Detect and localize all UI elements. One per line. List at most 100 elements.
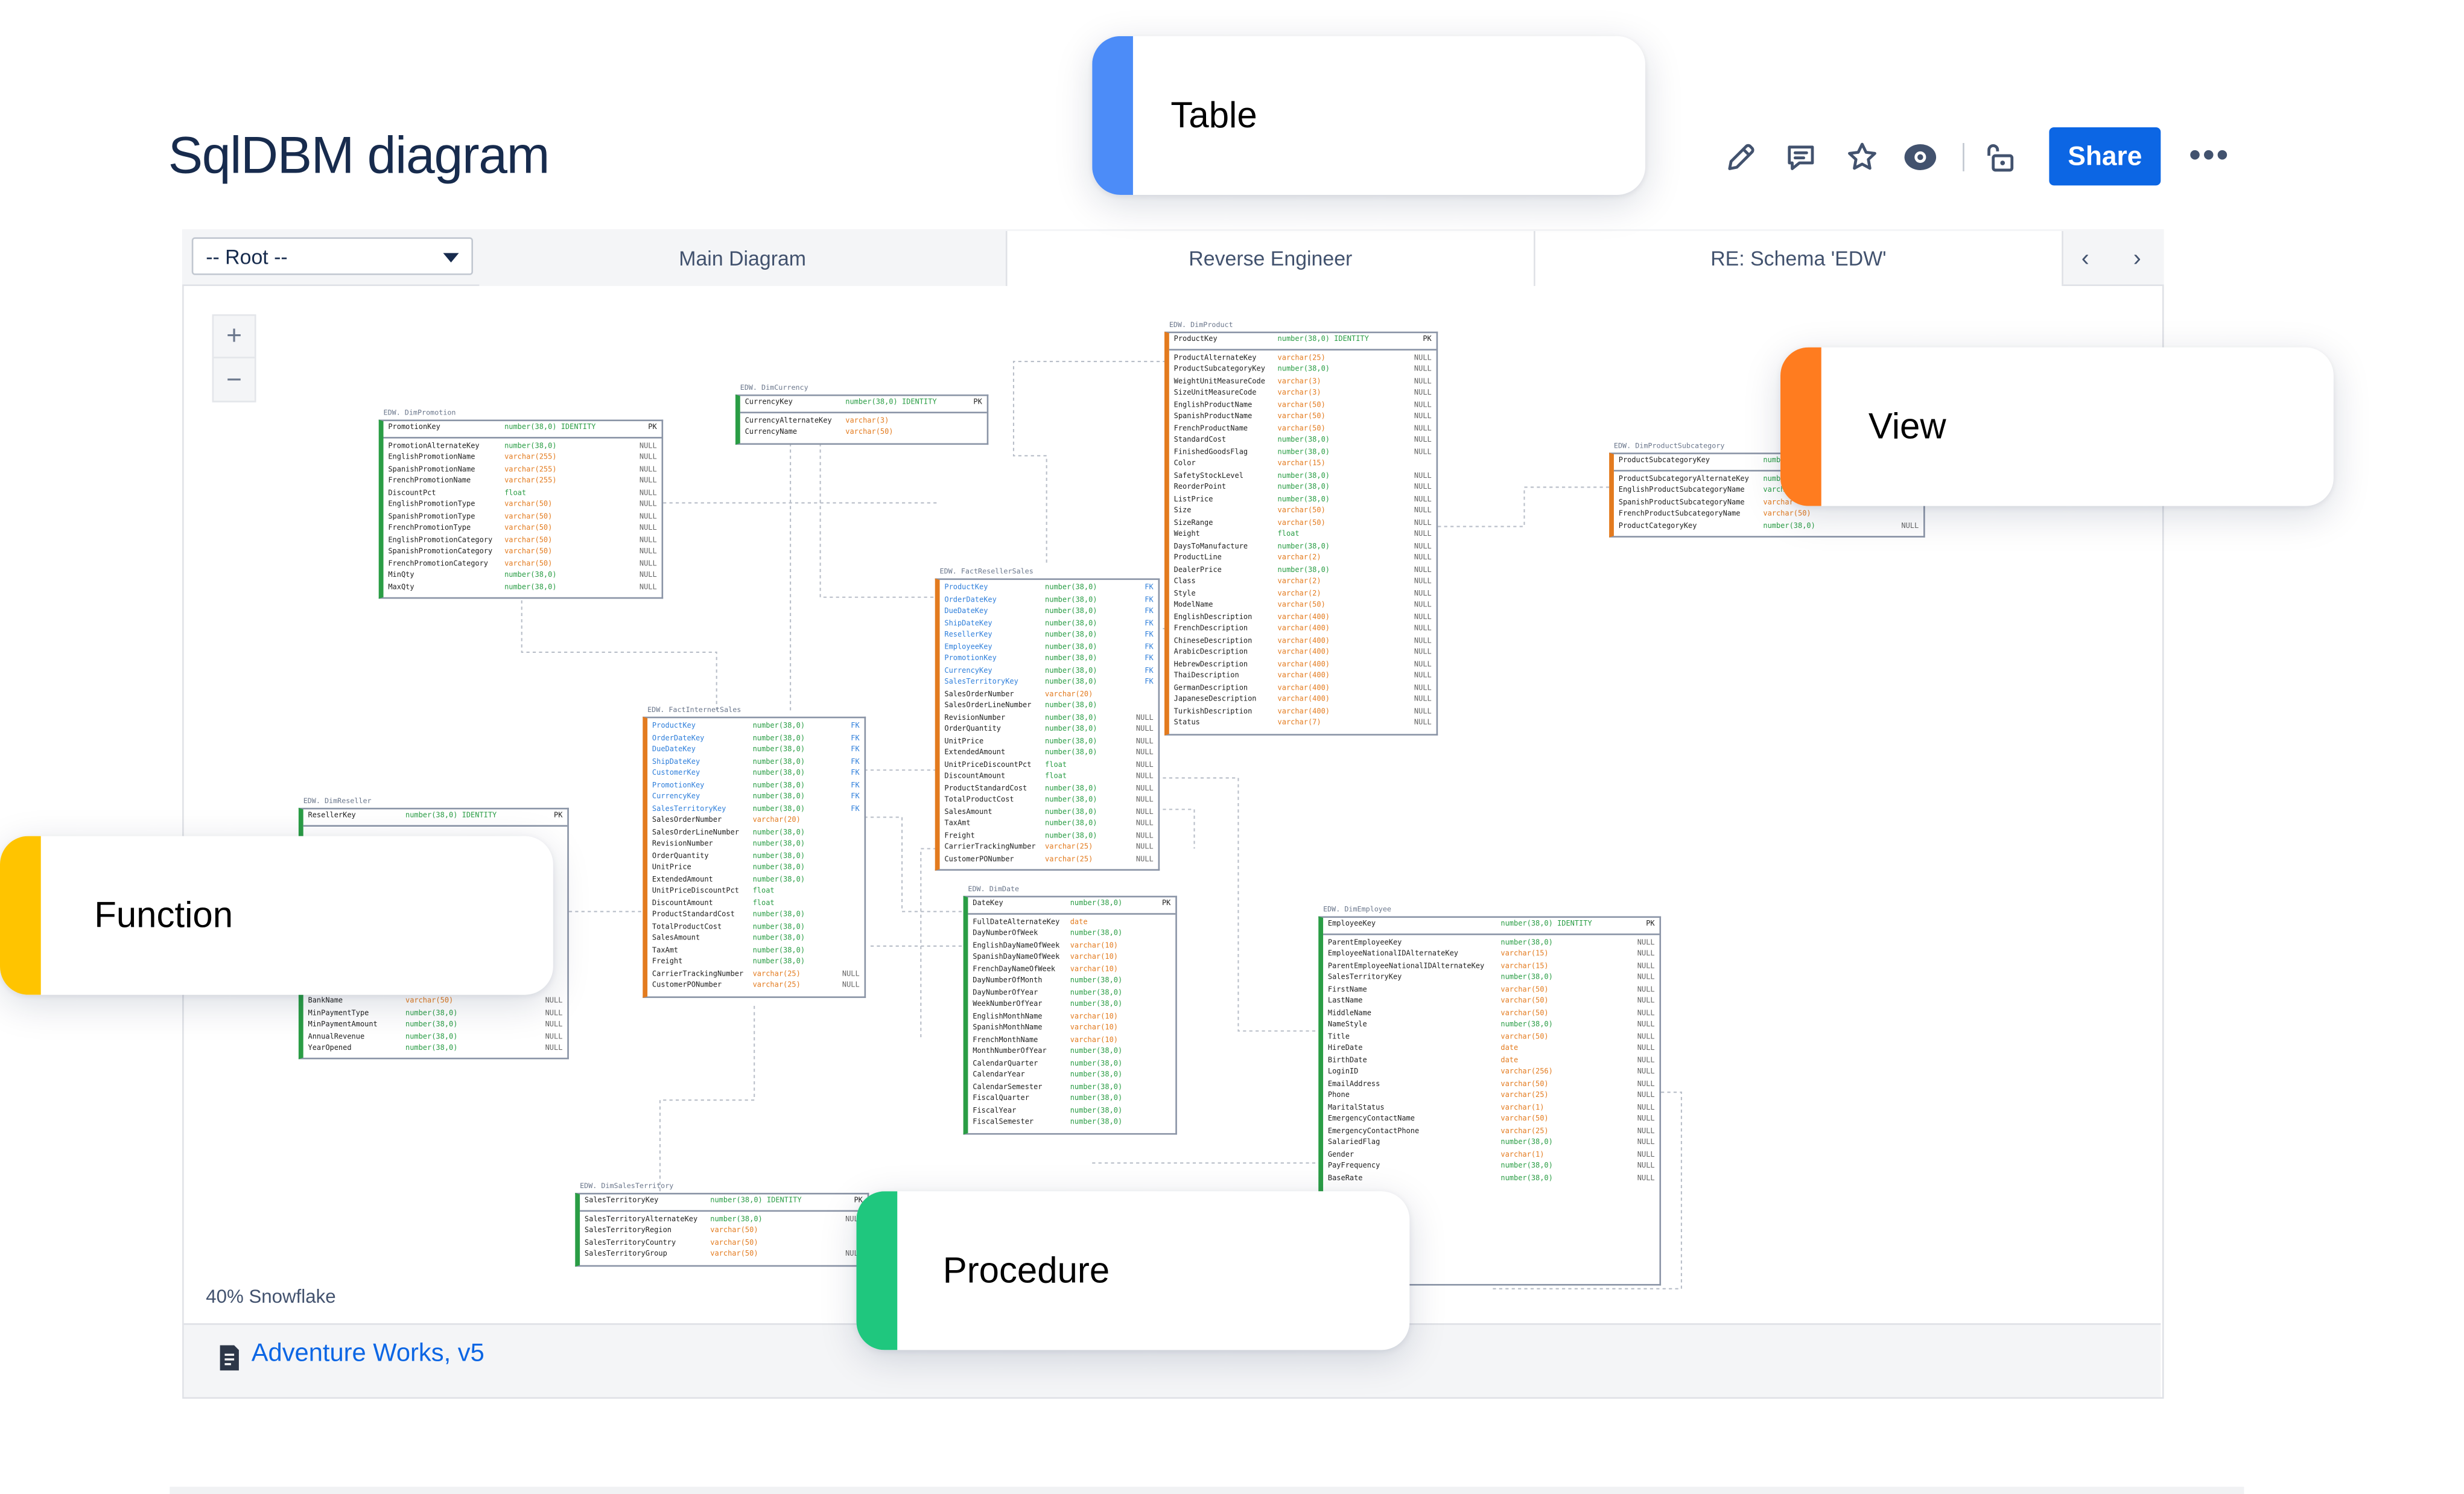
column-key: NULL xyxy=(1637,939,1655,947)
column-key: NULL xyxy=(1414,637,1432,646)
column-name: EnglishPromotionType xyxy=(388,501,475,509)
column-name: FinishedGoodsFlag xyxy=(1173,448,1248,457)
table-body: PromotionAlternateKey number(38,0) NULL Eng… xyxy=(384,437,662,597)
column-name: Phone xyxy=(1327,1092,1350,1101)
table-dim-currency[interactable]: EDW. DimCurrency CurrencyKey number(38,0… xyxy=(735,385,989,444)
table-row: PayFrequency number(38,0) NULL xyxy=(1323,1162,1659,1174)
table-row: SalesOrderLineNumber number(38,0) xyxy=(940,701,1158,713)
column-type: varchar(50) xyxy=(1277,425,1326,433)
table-row: TaxAmt number(38,0) xyxy=(647,946,864,958)
column-key: FK xyxy=(1145,643,1154,652)
column-name: ProductKey xyxy=(944,584,988,593)
table-row: Title varchar(50) NULL xyxy=(1323,1032,1659,1044)
table-dim-promotion[interactable]: EDW. DimPromotion PromotionKey number(38… xyxy=(378,410,664,599)
table-row: EnglishPromotionName varchar(255) NULL xyxy=(384,453,662,465)
column-key: NULL xyxy=(1637,1080,1655,1089)
column-type: varchar(50) xyxy=(1763,510,1811,519)
column-type: number(38,0) IDENTITY xyxy=(710,1197,802,1206)
table-row: ThaiDescription varchar(400) NULL xyxy=(1169,671,1437,683)
table-row: Style varchar(2) NULL xyxy=(1169,588,1437,600)
column-name: DiscountAmount xyxy=(652,900,713,908)
column-type: date xyxy=(1070,918,1088,927)
column-name: MaritalStatus xyxy=(1327,1104,1385,1112)
column-key: PK xyxy=(973,399,982,407)
table-fact-internet-sales[interactable]: EDW. FactInternetSales ProductKey number(… xyxy=(643,707,866,997)
table-dim-product[interactable]: EDW. DimProduct ProductKey number(38,0) … xyxy=(1164,322,1438,735)
column-type: varchar(25) xyxy=(1500,1127,1549,1136)
table-row: CurrencyName varchar(50) xyxy=(740,427,987,439)
table-row: EnglishPromotionType varchar(50) NULL xyxy=(384,500,662,512)
table-row: DiscountAmount float NULL xyxy=(940,772,1158,784)
column-name: ShipDateKey xyxy=(652,758,700,766)
column-name: DayNumberOfWeek xyxy=(973,930,1038,938)
table-row: EnglishDayNameOfWeek varchar(10) xyxy=(968,941,1175,953)
column-name: FrenchProductName xyxy=(1173,425,1248,433)
column-name: SizeUnitMeasureCode xyxy=(1173,389,1257,398)
column-type: varchar(10) xyxy=(1070,953,1119,962)
column-name: SpanishPromotionType xyxy=(388,513,475,521)
column-name: SalesOrderNumber xyxy=(652,817,722,825)
column-name: ExtendedAmount xyxy=(652,876,713,885)
column-name: ExtendedAmount xyxy=(944,749,1006,758)
column-type: varchar(15) xyxy=(1500,950,1549,959)
table-dim-date[interactable]: EDW. DimDate DateKey number(38,0) PK Ful… xyxy=(963,886,1177,1134)
page-divider xyxy=(170,1486,2244,1494)
table-row: MinPaymentType number(38,0) NULL xyxy=(303,1008,568,1020)
column-type: varchar(400) xyxy=(1277,625,1330,634)
column-type: varchar(400) xyxy=(1277,684,1330,693)
table-row: ProductLine varchar(2) NULL xyxy=(1169,553,1437,565)
column-type: varchar(10) xyxy=(1070,942,1119,950)
table-row: SpanishProductName varchar(50) NULL xyxy=(1169,412,1437,424)
project-link[interactable]: Adventure Works, v5 xyxy=(252,1341,484,1369)
column-name: ProductKey xyxy=(1173,336,1218,345)
table-row: PromotionAlternateKey number(38,0) NULL xyxy=(384,441,662,453)
column-key: NULL xyxy=(1637,1057,1655,1065)
pk-row: ProductKey number(38,0) IDENTITY PK xyxy=(1169,333,1437,350)
table-row: CalendarYear number(38,0) xyxy=(968,1070,1175,1082)
column-type: varchar(25) xyxy=(1045,844,1093,852)
column-name: GermanDescription xyxy=(1173,684,1248,693)
column-key: NULL xyxy=(1135,784,1154,793)
table-row: ProductKey number(38,0) FK xyxy=(940,583,1158,595)
column-name: EnglishDayNameOfWeek xyxy=(973,942,1060,950)
column-type: varchar(1) xyxy=(1500,1104,1545,1112)
column-name: UnitPrice xyxy=(652,864,691,873)
table-row: PromotionKey number(38,0) FK xyxy=(940,654,1158,666)
table-row: SalesTerritoryCountry varchar(50) xyxy=(580,1238,868,1250)
column-name: DaysToManufacture xyxy=(1173,542,1248,551)
table-row: DaysToManufacture number(38,0) NULL xyxy=(1169,541,1437,553)
column-type: varchar(20) xyxy=(752,817,801,825)
table-row: SafetyStockLevel number(38,0) NULL xyxy=(1169,471,1437,483)
table-fact-reseller-sales[interactable]: EDW. FactResellerSales ProductKey number(… xyxy=(935,569,1160,871)
table-dim-sales-territory[interactable]: EDW. DimSalesTerritory SalesTerritoryKey… xyxy=(575,1183,869,1267)
zoom-in-button[interactable]: + xyxy=(214,316,255,358)
column-key: FK xyxy=(1145,584,1154,593)
column-type: number(38,0) xyxy=(1070,1083,1123,1092)
column-key: NULL xyxy=(1414,507,1432,516)
column-type: date xyxy=(1500,1057,1519,1065)
column-name: JapaneseDescription xyxy=(1173,696,1257,704)
column-key: NULL xyxy=(1135,773,1154,781)
column-type: varchar(50) xyxy=(710,1251,758,1259)
column-key: NULL xyxy=(1414,614,1432,622)
column-type: number(38,0) xyxy=(1045,820,1097,828)
column-name: CustomerKey xyxy=(652,770,700,778)
column-key: NULL xyxy=(1414,519,1432,527)
column-name: TurkishDescription xyxy=(1173,708,1253,716)
column-key: FK xyxy=(851,770,860,778)
pk-row: EmployeeKey number(38,0) IDENTITY PK xyxy=(1323,918,1660,935)
column-key: NULL xyxy=(1135,856,1154,864)
column-type: varchar(10) xyxy=(1070,965,1119,974)
column-key: NULL xyxy=(545,1033,563,1041)
zoom-out-button[interactable]: − xyxy=(214,358,255,401)
column-type: varchar(3) xyxy=(1277,389,1321,398)
table-caption: EDW. DimProductSubcategory xyxy=(1613,443,1725,451)
callout-accent xyxy=(0,836,41,995)
column-name: SpanishMonthName xyxy=(973,1025,1043,1033)
column-type: number(38,0) xyxy=(752,852,805,861)
column-key: NULL xyxy=(1637,1092,1655,1101)
column-name: SpanishProductSubcategoryName xyxy=(1618,498,1745,507)
table-row: PromotionKey number(38,0) FK xyxy=(647,780,864,792)
column-key: PK xyxy=(1423,336,1432,345)
table-row: CalendarQuarter number(38,0) xyxy=(968,1058,1175,1070)
